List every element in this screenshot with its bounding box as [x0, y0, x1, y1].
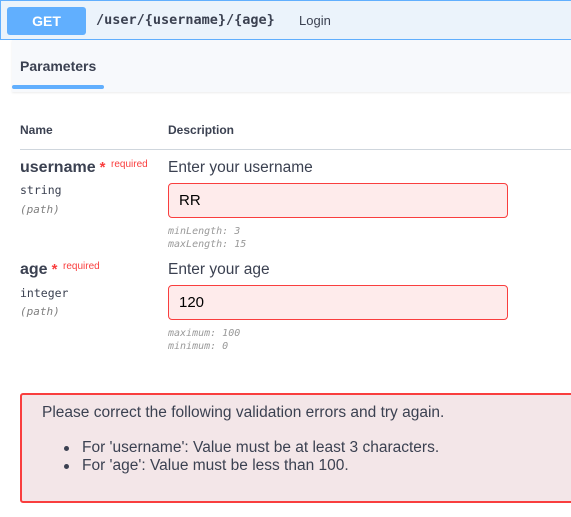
required-star: * [51, 261, 58, 278]
param-description: Enter your username [168, 159, 313, 176]
tab-active-indicator [12, 85, 104, 89]
param-description: Enter your age [168, 261, 270, 278]
validation-error-item: For 'username': Value must be at least 3… [62, 439, 439, 457]
http-method-badge: GET [7, 7, 86, 35]
param-name-label: age [20, 261, 48, 278]
validation-error-list: For 'username': Value must be at least 3… [62, 439, 439, 475]
required-label: required [111, 159, 148, 170]
column-header-description: Description [168, 123, 235, 137]
param-type: string [20, 183, 62, 197]
constraint-maximum: maximum: 100 [168, 328, 241, 339]
required-star: * [99, 159, 106, 176]
constraint-minimum: minimum: 0 [168, 341, 229, 352]
operation-header[interactable]: GET /user/{username}/{age} Login [0, 0, 571, 40]
operation-path: /user/{username}/{age} [96, 12, 275, 28]
validation-error-message: Please correct the following validation … [42, 404, 445, 421]
operation-summary: Login [299, 13, 331, 28]
param-name-username: username * [20, 159, 105, 177]
validation-error-item: For 'age': Value must be less than 100. [62, 457, 439, 475]
age-input[interactable] [168, 285, 508, 320]
constraint-min-length: minLength: 3 [168, 226, 241, 237]
username-input[interactable] [168, 183, 508, 218]
required-label: required [63, 261, 100, 272]
column-header-name: Name [20, 123, 53, 137]
header-divider [20, 149, 571, 150]
param-name-age: age * [20, 261, 57, 279]
param-location: (path) [20, 305, 60, 318]
param-location: (path) [20, 203, 60, 216]
param-type: integer [20, 286, 69, 300]
param-name-label: username [20, 159, 96, 176]
tab-parameters[interactable]: Parameters [20, 58, 96, 74]
constraint-max-length: maxLength: 15 [168, 239, 247, 250]
